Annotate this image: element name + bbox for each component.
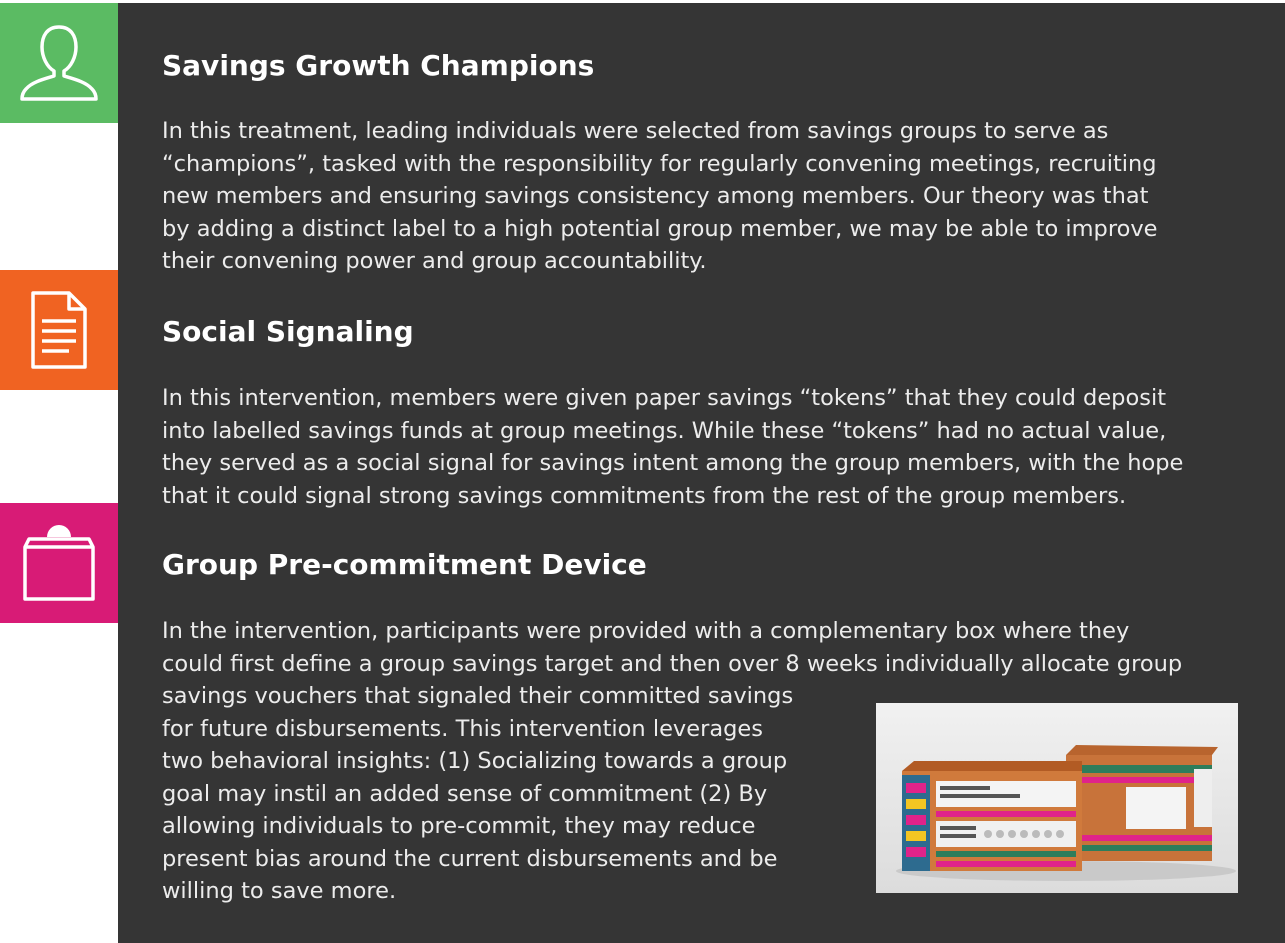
document-icon	[31, 291, 87, 369]
champions-icon-tile	[0, 3, 118, 123]
text-line: by adding a distinct label to a high pot…	[162, 215, 1158, 242]
text-line: into labelled savings funds at group mee…	[162, 417, 1167, 444]
text-line: In the intervention, participants were p…	[162, 618, 1130, 644]
text-line: that it could signal strong savings comm…	[162, 482, 1127, 509]
text-line: In this treatment, leading individuals w…	[162, 118, 1109, 144]
text-line: In this intervention, members were given…	[162, 385, 1167, 411]
text-line: their convening power and group accounta…	[162, 248, 707, 274]
section-title-champions: Savings Growth Champions	[162, 49, 595, 82]
text-line: “champions”, tasked with the responsibil…	[162, 150, 1157, 177]
section-body-social-signaling: In this intervention, members were given…	[162, 382, 1262, 512]
pre-commitment-icon-tile	[0, 503, 118, 623]
section-title-social-signaling: Social Signaling	[162, 315, 414, 348]
savings-box-photo	[876, 703, 1238, 893]
box-icon	[23, 525, 95, 601]
person-icon	[20, 25, 98, 101]
text-line: new members and ensuring savings consist…	[162, 183, 1149, 209]
section-title-pre-commitment: Group Pre-commitment Device	[162, 548, 647, 581]
text-line: could first define a group savings targe…	[162, 650, 1183, 677]
text-line: they served as a social signal for savin…	[162, 450, 1184, 476]
section-body-champions: In this treatment, leading individuals w…	[162, 115, 1262, 278]
social-signaling-icon-tile	[0, 270, 118, 390]
